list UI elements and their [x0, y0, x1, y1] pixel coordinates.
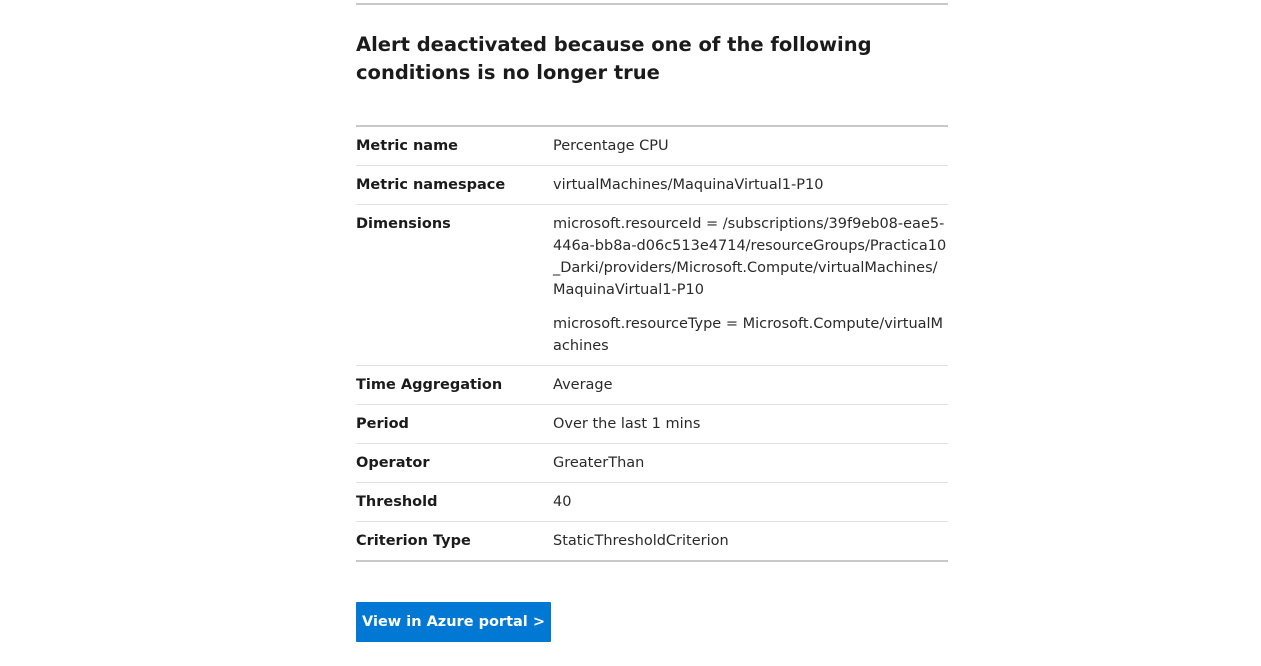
row-label-metric-namespace: Metric namespace [356, 165, 553, 205]
row-label-dimensions: Dimensions [356, 204, 553, 366]
dimension-resource-type: microsoft.resourceType = Microsoft.Compu… [553, 316, 944, 354]
row-value-threshold: 40 [553, 482, 948, 522]
table-row: Metric namespace virtualMachines/Maquina… [356, 165, 948, 205]
top-divider [356, 3, 948, 5]
table-row: Criterion Type StaticThresholdCriterion [356, 521, 948, 561]
row-label-time-aggregation: Time Aggregation [356, 365, 553, 405]
row-label-metric-name: Metric name [356, 138, 459, 154]
row-value-criterion-type: StaticThresholdCriterion [553, 521, 948, 561]
table-row: Threshold 40 [356, 482, 948, 522]
alert-details-table: Metric name Percentage CPU Metric namesp… [356, 125, 948, 562]
table-row: Time Aggregation Average [356, 365, 948, 405]
dimension-resource-id: microsoft.resourceId = /subscriptions/39… [553, 216, 947, 298]
table-row: Operator GreaterThan [356, 443, 948, 483]
view-in-azure-portal-button[interactable]: View in Azure portal > [356, 602, 551, 642]
alert-title: Alert deactivated because one of the fol… [356, 33, 872, 84]
table-row: Period Over the last 1 mins [356, 404, 948, 444]
row-label-operator: Operator [356, 443, 553, 483]
table-row: Metric name Percentage CPU [356, 126, 948, 166]
table-row: Dimensions microsoft.resourceId = /subsc… [356, 204, 948, 366]
row-label-threshold: Threshold [356, 482, 553, 522]
row-value-period: Over the last 1 mins [553, 404, 948, 444]
row-value-metric-namespace: virtualMachines/MaquinaVirtual1-P10 [553, 165, 948, 205]
row-value-operator: GreaterThan [553, 443, 948, 483]
row-label-period: Period [356, 404, 553, 444]
row-value-dimensions: microsoft.resourceId = /subscriptions/39… [553, 204, 948, 366]
row-value-time-aggregation: Average [553, 365, 948, 405]
row-value-metric-name: Percentage CPU [553, 138, 669, 154]
row-label-criterion-type: Criterion Type [356, 521, 553, 561]
